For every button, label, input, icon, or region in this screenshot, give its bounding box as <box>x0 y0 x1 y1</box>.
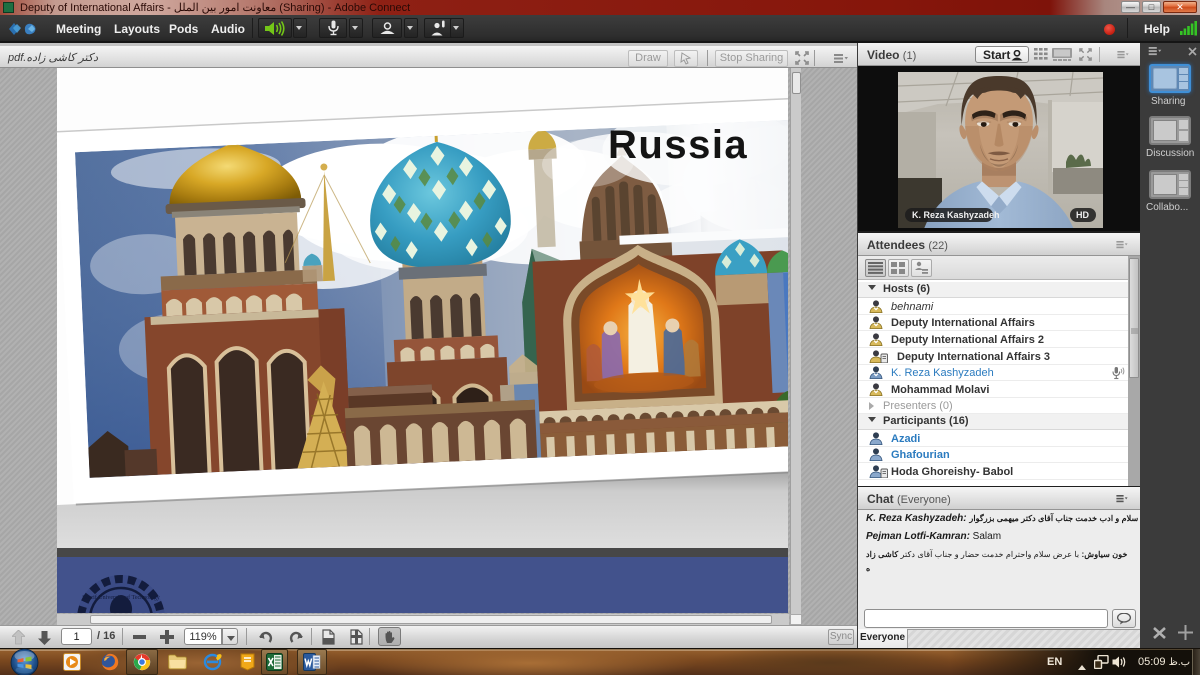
svg-text:HD: HD <box>1076 210 1089 220</box>
svg-text:K. Reza Kashyzadeh: K. Reza Kashyzadeh <box>912 210 1000 220</box>
svg-text:Russia: Russia <box>608 123 748 167</box>
